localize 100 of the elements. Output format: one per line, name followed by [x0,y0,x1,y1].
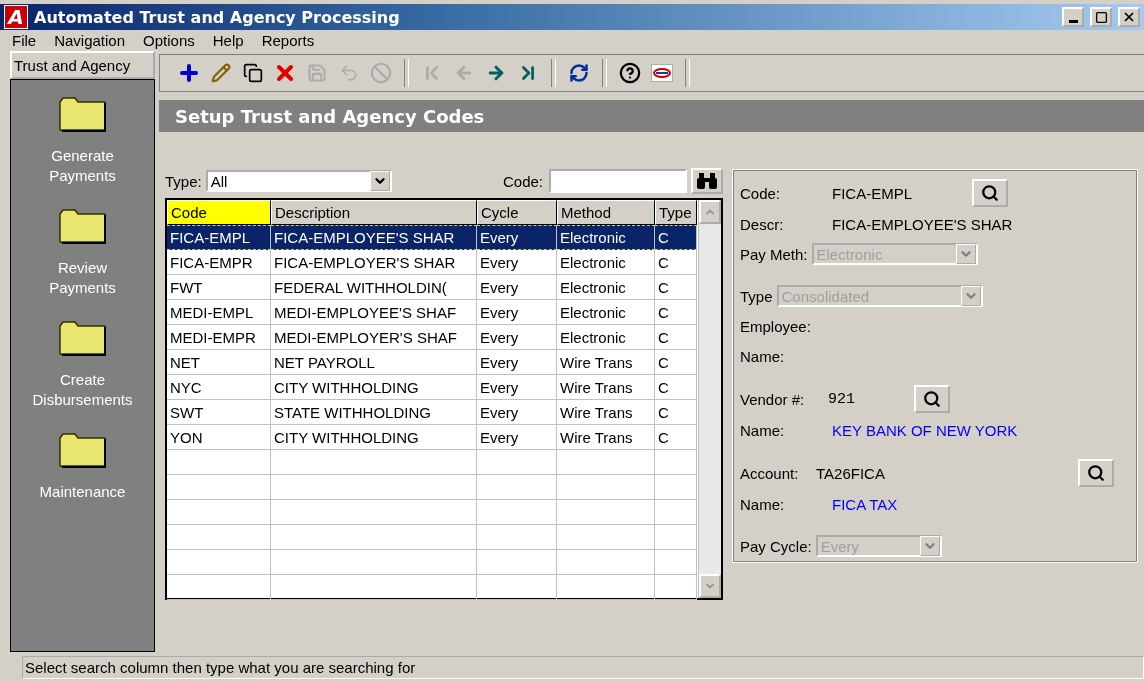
table-cell[interactable]: MEDI-EMPLOYEE'S SHAF [271,300,477,326]
empty-cell[interactable] [271,500,477,526]
empty-cell[interactable] [271,575,477,601]
table-cell[interactable]: FICA-EMPLOYEE'S SHAR [271,225,477,251]
table-cell[interactable]: C [655,425,697,451]
table-cell[interactable]: MEDI-EMPL [167,300,271,326]
empty-cell[interactable] [655,575,697,601]
sidebar-item[interactable]: Maintenance [17,432,148,503]
table-cell[interactable]: YON [167,425,271,451]
column-header[interactable]: Type [655,200,697,226]
lookup-button[interactable] [1078,459,1114,488]
maximize-button[interactable] [1090,7,1112,28]
table-cell[interactable]: C [655,225,697,251]
sidebar-tab[interactable]: Trust and Agency [10,51,155,80]
column-header[interactable]: Method [557,200,655,226]
empty-cell[interactable] [477,550,557,576]
sidebar-item[interactable]: Create Disbursements [17,320,148,411]
menu-item[interactable]: File [12,32,37,50]
table-cell[interactable]: Wire Trans [557,350,655,376]
table-cell[interactable]: Every [477,350,557,376]
table-cell[interactable]: C [655,400,697,426]
table-cell[interactable]: Every [477,300,557,326]
empty-cell[interactable] [557,550,655,576]
table-cell[interactable]: NET [167,350,271,376]
empty-cell[interactable] [271,450,477,476]
minimize-button[interactable] [1062,7,1084,28]
table-cell[interactable]: MEDI-EMPR [167,325,271,351]
empty-cell[interactable] [655,475,697,501]
empty-cell[interactable] [477,500,557,526]
empty-cell[interactable] [477,575,557,601]
table-cell[interactable]: Electronic [557,275,655,301]
empty-cell[interactable] [167,450,271,476]
table-cell[interactable]: MEDI-EMPLOYER'S SHAF [271,325,477,351]
table-cell[interactable]: Wire Trans [557,425,655,451]
table-cell[interactable]: C [655,350,697,376]
table-cell[interactable]: Electronic [557,325,655,351]
table-cell[interactable]: C [655,300,697,326]
empty-cell[interactable] [167,550,271,576]
empty-cell[interactable] [167,475,271,501]
menu-item[interactable]: Navigation [54,32,126,50]
empty-cell[interactable] [557,450,655,476]
empty-cell[interactable] [271,550,477,576]
scrollbar[interactable] [698,200,721,599]
empty-cell[interactable] [655,450,697,476]
code-input[interactable] [549,169,687,194]
table-cell[interactable]: FICA-EMPL [167,225,271,251]
menu-item[interactable]: Options [143,32,195,50]
table-cell[interactable]: Wire Trans [557,400,655,426]
empty-cell[interactable] [557,500,655,526]
lookup-button[interactable] [972,179,1008,208]
sidebar-item[interactable]: Generate Payments [17,96,148,187]
table-cell[interactable]: SWT [167,400,271,426]
table-cell[interactable]: Wire Trans [557,375,655,401]
empty-cell[interactable] [271,525,477,551]
empty-cell[interactable] [477,475,557,501]
table-cell[interactable]: FICA-EMPLOYER'S SHAR [271,250,477,276]
menu-item[interactable]: Help [212,32,244,50]
table-cell[interactable]: Electronic [557,300,655,326]
table-cell[interactable]: FICA-EMPR [167,250,271,276]
find-button[interactable] [691,168,723,195]
table-cell[interactable]: Every [477,275,557,301]
column-header[interactable]: Cycle [477,200,557,226]
table-cell[interactable]: CITY WITHHOLDING [271,425,477,451]
empty-cell[interactable] [167,525,271,551]
menu-item[interactable]: Reports [261,32,315,50]
table-cell[interactable]: C [655,325,697,351]
empty-cell[interactable] [477,450,557,476]
table-cell[interactable]: Every [477,400,557,426]
table-cell[interactable]: Electronic [557,225,655,251]
column-header[interactable]: Code [167,200,271,226]
table-cell[interactable]: NET PAYROLL [271,350,477,376]
empty-cell[interactable] [655,500,697,526]
close-button[interactable] [1118,7,1140,28]
table-cell[interactable]: Every [477,375,557,401]
empty-cell[interactable] [655,525,697,551]
table-cell[interactable]: STATE WITHHOLDING [271,400,477,426]
empty-cell[interactable] [271,475,477,501]
empty-cell[interactable] [655,550,697,576]
table-cell[interactable]: FEDERAL WITHHOLDIN( [271,275,477,301]
empty-cell[interactable] [557,575,655,601]
table-cell[interactable]: Every [477,325,557,351]
table-cell[interactable]: C [655,375,697,401]
type-dropdown[interactable]: All [205,170,392,193]
empty-cell[interactable] [557,525,655,551]
empty-cell[interactable] [477,525,557,551]
empty-cell[interactable] [557,475,655,501]
table-cell[interactable]: CITY WITHHOLDING [271,375,477,401]
table-cell[interactable]: C [655,275,697,301]
column-header[interactable]: Description [271,200,477,226]
lookup-button[interactable] [914,385,950,414]
table-cell[interactable]: Every [477,225,557,251]
table-cell[interactable]: FWT [167,275,271,301]
empty-cell[interactable] [167,575,271,601]
sidebar-item[interactable]: Review Payments [17,208,148,299]
empty-cell[interactable] [167,500,271,526]
table-cell[interactable]: Electronic [557,250,655,276]
table-cell[interactable]: Every [477,250,557,276]
table-cell[interactable]: Every [477,425,557,451]
table-cell[interactable]: C [655,250,697,276]
table-cell[interactable]: NYC [167,375,271,401]
